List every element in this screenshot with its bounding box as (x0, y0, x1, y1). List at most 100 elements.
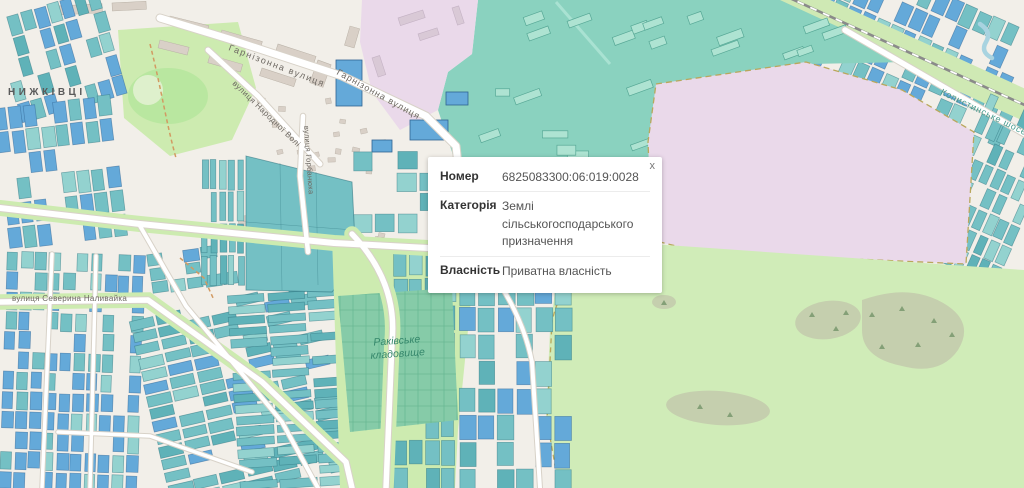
land-parcel[interactable] (15, 453, 27, 470)
land-parcel[interactable] (42, 126, 57, 148)
land-parcel[interactable] (228, 255, 233, 284)
land-parcel[interactable] (18, 312, 29, 330)
land-parcel[interactable] (0, 472, 11, 488)
land-parcel[interactable] (70, 122, 85, 145)
land-parcel[interactable] (219, 160, 226, 189)
land-parcel[interactable] (441, 441, 454, 466)
land-parcel[interactable] (30, 392, 42, 410)
land-parcel[interactable] (111, 475, 123, 488)
land-parcel[interactable] (70, 454, 82, 471)
land-parcel[interactable] (459, 388, 475, 411)
land-parcel[interactable] (460, 415, 477, 439)
land-parcel[interactable] (97, 475, 109, 488)
land-parcel[interactable] (426, 468, 439, 488)
land-parcel[interactable] (99, 415, 111, 433)
land-parcel[interactable] (32, 353, 44, 370)
land-parcel[interactable] (57, 453, 70, 470)
land-parcel[interactable] (44, 149, 57, 171)
land-parcel[interactable] (460, 335, 475, 358)
land-parcel[interactable] (63, 273, 76, 290)
land-parcel[interactable] (497, 442, 513, 465)
land-parcel[interactable] (75, 314, 86, 332)
land-parcel[interactable] (59, 394, 70, 412)
land-parcel[interactable] (53, 101, 68, 123)
map-viewport[interactable]: Гарнізонна вулицяГарнізонна вулицявулиця… (0, 0, 1024, 488)
land-parcel[interactable] (101, 395, 113, 412)
land-parcel[interactable] (6, 312, 17, 330)
land-parcel[interactable] (7, 252, 18, 270)
land-parcel[interactable] (110, 190, 125, 212)
land-parcel[interactable] (555, 416, 572, 440)
land-parcel[interactable] (426, 441, 440, 465)
land-parcel[interactable] (211, 192, 216, 221)
land-parcel[interactable] (126, 476, 137, 488)
land-parcel[interactable] (15, 411, 27, 428)
land-parcel[interactable] (375, 214, 394, 232)
land-parcel[interactable] (105, 275, 117, 292)
land-parcel[interactable] (238, 160, 243, 190)
land-parcel[interactable] (119, 255, 131, 271)
land-parcel[interactable] (57, 433, 69, 451)
land-parcel[interactable] (69, 473, 81, 488)
land-parcel[interactable] (152, 280, 169, 293)
land-parcel[interactable] (478, 416, 494, 439)
land-parcel[interactable] (97, 95, 112, 117)
land-parcel[interactable] (134, 255, 146, 273)
land-parcel[interactable] (74, 334, 86, 352)
popup-close-button[interactable]: x (648, 159, 658, 174)
land-parcel[interactable] (61, 171, 76, 192)
land-parcel[interactable] (555, 335, 572, 360)
land-parcel[interactable] (35, 252, 47, 270)
land-parcel[interactable] (354, 152, 372, 171)
land-parcel[interactable] (132, 276, 143, 293)
land-parcel[interactable] (479, 335, 495, 359)
land-parcel[interactable] (555, 443, 570, 468)
land-parcel[interactable] (460, 469, 475, 488)
land-parcel[interactable] (19, 331, 31, 348)
land-parcel[interactable] (72, 373, 84, 389)
land-parcel[interactable] (29, 412, 41, 429)
land-parcel[interactable] (103, 334, 114, 351)
land-parcel[interactable] (56, 124, 70, 146)
land-parcel[interactable] (118, 276, 129, 294)
land-parcel[interactable] (228, 192, 233, 221)
land-parcel[interactable] (129, 376, 141, 393)
land-parcel[interactable] (536, 389, 551, 414)
land-parcel[interactable] (459, 307, 475, 330)
land-parcel[interactable] (535, 361, 551, 386)
land-parcel[interactable] (6, 272, 18, 290)
land-parcel[interactable] (102, 355, 113, 373)
land-parcel[interactable] (77, 170, 92, 193)
land-parcel[interactable] (74, 353, 85, 371)
land-parcel[interactable] (187, 277, 203, 289)
land-parcel[interactable] (128, 416, 140, 434)
land-parcel[interactable] (15, 432, 28, 449)
land-parcel[interactable] (130, 356, 141, 373)
land-parcel[interactable] (183, 248, 200, 262)
land-parcel[interactable] (56, 473, 67, 488)
land-parcel[interactable] (4, 332, 15, 350)
land-parcel[interactable] (7, 227, 22, 248)
land-parcel[interactable] (128, 395, 139, 412)
land-parcel[interactable] (0, 452, 11, 470)
land-parcel[interactable] (26, 127, 41, 150)
land-parcel[interactable] (21, 251, 34, 268)
land-parcel[interactable] (31, 372, 42, 388)
land-parcel[interactable] (478, 308, 494, 332)
land-parcel[interactable] (536, 308, 553, 332)
land-parcel[interactable] (60, 314, 72, 332)
land-parcel[interactable] (112, 456, 124, 473)
land-parcel[interactable] (237, 191, 244, 221)
land-parcel[interactable] (98, 455, 109, 473)
land-parcel[interactable] (23, 225, 38, 248)
land-parcel[interactable] (498, 308, 513, 332)
land-parcel[interactable] (60, 353, 71, 371)
land-parcel[interactable] (2, 392, 13, 409)
land-parcel[interactable] (460, 443, 476, 467)
land-parcel[interactable] (479, 389, 495, 412)
land-parcel[interactable] (23, 105, 37, 127)
land-parcel[interactable] (101, 375, 112, 392)
land-parcel[interactable] (497, 470, 514, 488)
land-parcel[interactable] (113, 416, 124, 434)
land-parcel[interactable] (83, 98, 97, 120)
